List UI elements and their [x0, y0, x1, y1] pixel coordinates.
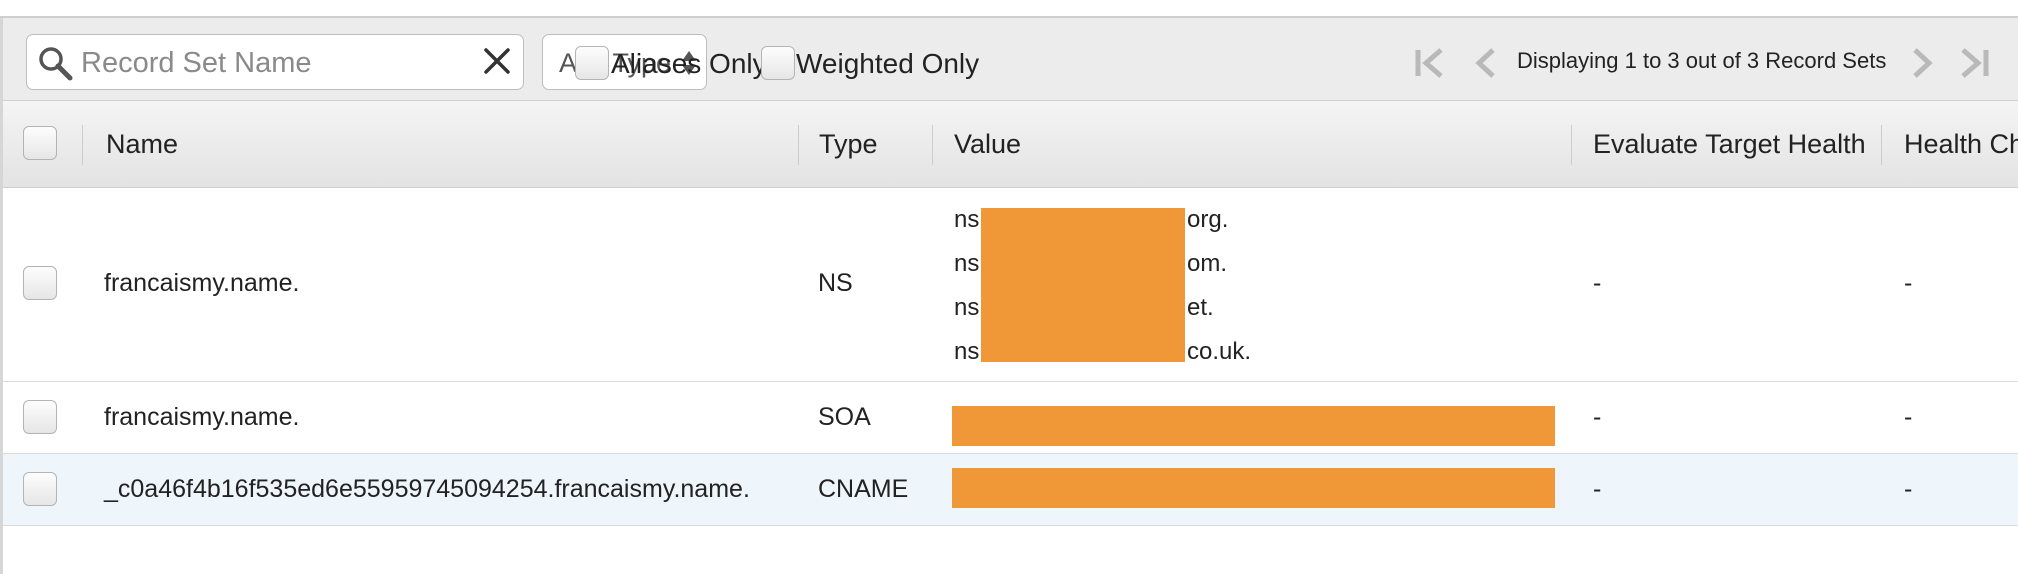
value-prefix: ns	[954, 206, 980, 233]
record-name: francaismy.name.	[104, 269, 300, 297]
record-name: _c0a46f4b16f535ed6e55959745094254.franca…	[104, 475, 750, 503]
evaluate-target-health-value: -	[1593, 269, 1602, 297]
value-suffix: om.	[1187, 250, 1228, 277]
table-row[interactable]: francaismy.name. SOA - -	[3, 382, 2018, 454]
weighted-only-checkbox[interactable]	[761, 46, 795, 80]
last-page-icon[interactable]	[1957, 46, 1991, 80]
record-type: CNAME	[818, 475, 909, 503]
record-type: NS	[818, 269, 853, 297]
prev-page-icon[interactable]	[1473, 46, 1499, 80]
row-checkbox[interactable]	[23, 266, 57, 300]
table-row[interactable]: francaismy.name. NS ns org. ns om. ns et…	[3, 188, 2018, 382]
value-suffix: org.	[1187, 206, 1229, 233]
search-input[interactable]	[79, 43, 473, 83]
column-separator	[1571, 125, 1572, 165]
select-all-checkbox[interactable]	[23, 126, 57, 160]
column-separator	[798, 125, 799, 165]
aliases-only-label: Aliases Only	[611, 48, 767, 79]
column-header-name[interactable]: Name	[106, 129, 178, 160]
evaluate-target-health-value: -	[1593, 403, 1602, 431]
column-separator	[1881, 125, 1882, 165]
health-check-value: -	[1904, 403, 1913, 431]
column-separator	[82, 125, 83, 165]
first-page-icon[interactable]	[1413, 46, 1447, 80]
record-name: francaismy.name.	[104, 403, 300, 431]
search-icon	[39, 47, 73, 81]
value-suffix: co.uk.	[1187, 338, 1252, 365]
window-top-border	[0, 0, 2018, 18]
next-page-icon[interactable]	[1909, 46, 1935, 80]
column-header-type[interactable]: Type	[819, 129, 878, 160]
redaction-block	[981, 208, 1185, 362]
weighted-only-label: Weighted Only	[796, 48, 980, 79]
aliases-only-checkbox[interactable]	[575, 46, 609, 80]
row-checkbox[interactable]	[23, 472, 57, 506]
value-suffix: et.	[1187, 294, 1214, 321]
column-separator	[932, 125, 933, 165]
pagination-status: Displaying 1 to 3 out of 3 Record Sets	[1517, 48, 1887, 73]
table-row[interactable]: _c0a46f4b16f535ed6e55959745094254.franca…	[3, 454, 2018, 526]
record-set-search[interactable]	[26, 34, 524, 90]
evaluate-target-health-value: -	[1593, 475, 1602, 503]
value-prefix: ns	[954, 338, 980, 365]
close-icon[interactable]	[479, 43, 515, 79]
redaction-block	[952, 406, 1555, 446]
column-header-evaluate-target-health[interactable]: Evaluate Target Health	[1593, 129, 1866, 160]
filter-toolbar: Any Type Aliases Only Weighted Only Disp…	[3, 18, 2018, 101]
health-check-value: -	[1904, 475, 1913, 503]
column-header-health-check[interactable]: Health Ch	[1904, 129, 2018, 160]
row-checkbox[interactable]	[23, 400, 57, 434]
record-type: SOA	[818, 403, 871, 431]
value-prefix: ns	[954, 294, 980, 321]
column-header-value[interactable]: Value	[954, 129, 1021, 160]
redaction-block	[952, 468, 1555, 508]
health-check-value: -	[1904, 269, 1913, 297]
table-header: Name Type Value Evaluate Target Health H…	[3, 101, 2018, 188]
value-prefix: ns	[954, 250, 980, 277]
